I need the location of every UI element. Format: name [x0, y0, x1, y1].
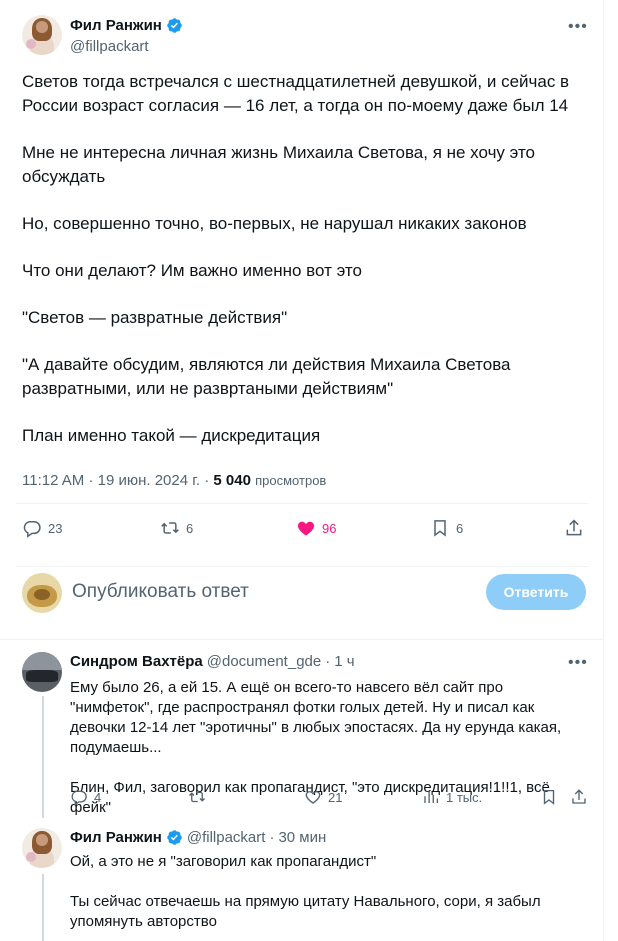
verified-badge-icon	[167, 830, 182, 845]
bookmark-count: 6	[456, 520, 464, 536]
bookmark-icon	[434, 520, 446, 537]
reply-icon	[23, 521, 41, 538]
repost-button[interactable]	[188, 788, 212, 806]
repost-button[interactable]: 6	[160, 518, 193, 538]
bookmark-icon	[543, 789, 555, 805]
views-button[interactable]: 1 тыс.	[422, 788, 482, 806]
meta-separator: ·	[325, 653, 331, 670]
author-name[interactable]: Фил Ранжин	[70, 17, 162, 34]
views-label: просмотров	[255, 473, 327, 488]
tweet-time[interactable]: 11:12 AM	[22, 472, 84, 489]
share-button[interactable]	[564, 518, 584, 538]
heart-filled-icon	[297, 521, 315, 536]
author-handle[interactable]: @fillpackart	[70, 38, 149, 55]
reply-input[interactable]: Опубликовать ответ	[72, 581, 249, 603]
meta-separator: ·	[88, 472, 94, 489]
tweet-thread: Фил Ранжин @fillpackart ••• Светов тогда…	[0, 0, 604, 941]
heart-icon	[305, 791, 321, 804]
current-user-avatar[interactable]	[22, 573, 62, 613]
like-button[interactable]: 96	[296, 518, 336, 538]
reply-text: Ой, а это не я "заговорил как пропаганди…	[70, 852, 590, 941]
more-options-icon[interactable]: •••	[568, 18, 588, 36]
tweet-actions: 23 6 96 6	[22, 518, 588, 546]
bookmark-button[interactable]: 6	[430, 518, 463, 538]
reply-text: Ему было 26, а ей 15. А ещё он всего-то …	[70, 678, 590, 838]
tweet-meta: 11:12 AM · 19 июн. 2024 г. · 5 040 просм…	[22, 472, 326, 489]
tweet-paragraph: "А давайте обсудим, являются ли действия…	[22, 355, 511, 398]
reply-paragraph: Ой, а это не я "заговорил как пропаганди…	[70, 853, 377, 870]
reply-icon	[71, 790, 87, 806]
reply-paragraph: Ему было 26, а ей 15. А ещё он всего-то …	[70, 679, 562, 756]
views-count: 1 тыс.	[446, 789, 483, 805]
reply-button[interactable]: 23	[22, 518, 62, 538]
reply-actions: 4 21 1 тыс.	[70, 788, 588, 810]
reply-submit-button[interactable]: Ответить	[486, 574, 586, 610]
reply-author-handle[interactable]: @fillpackart	[187, 829, 266, 846]
author-name-row: Фил Ранжин	[70, 17, 183, 34]
more-options-icon[interactable]: •••	[568, 654, 588, 672]
reply-count: 23	[48, 520, 63, 536]
repost-icon	[161, 522, 179, 534]
share-icon	[572, 789, 586, 804]
share-button[interactable]	[570, 788, 588, 806]
main-tweet: Фил Ранжин @fillpackart ••• Светов тогда…	[0, 0, 603, 567]
reply-author-name[interactable]: Фил Ранжин	[70, 829, 162, 846]
verified-badge-icon	[167, 18, 182, 33]
reply-header: Фил Ранжин @fillpackart · 30 мин	[70, 829, 326, 846]
reply-paragraph: Ты сейчас отвечаешь на прямую цитату Нав…	[70, 893, 541, 930]
reply-author-avatar[interactable]	[22, 828, 62, 868]
thread-line	[42, 874, 44, 941]
reply-author-avatar[interactable]	[22, 652, 62, 692]
views-count: 5 040	[213, 472, 251, 489]
tweet-paragraph: Мне не интересна личная жизнь Михаила Св…	[22, 143, 536, 186]
reply-time[interactable]: 1 ч	[334, 653, 354, 670]
tweet-paragraph: Светов тогда встречался с шестнадцатилет…	[22, 72, 570, 115]
reply-header: Синдром Вахтёра @document_gde · 1 ч	[70, 653, 355, 670]
thread-line	[42, 696, 44, 818]
author-avatar[interactable]	[22, 15, 62, 55]
like-button[interactable]: 21	[304, 788, 342, 806]
repost-icon	[189, 791, 205, 803]
tweet-paragraph: "Светов — развратные действия"	[22, 308, 288, 327]
tweet-text: Светов тогда встречался с шестнадцатилет…	[22, 70, 582, 471]
reply-author-handle[interactable]: @document_gde	[207, 653, 321, 670]
reply-tweet: Синдром Вахтёра @document_gde · 1 ч ••• …	[0, 640, 603, 818]
tweet-paragraph: План именно такой — дискредитация	[22, 426, 321, 445]
meta-separator: ·	[269, 829, 275, 846]
tweet-paragraph: Но, совершенно точно, во-первых, не нару…	[22, 214, 527, 233]
share-icon	[566, 519, 582, 536]
meta-separator: ·	[204, 472, 210, 489]
bookmark-button[interactable]	[540, 788, 558, 806]
like-count: 21	[328, 789, 343, 805]
reply-button[interactable]: 4	[70, 788, 101, 806]
reply-count: 4	[94, 789, 102, 805]
repost-count: 6	[186, 520, 194, 536]
reply-author-name[interactable]: Синдром Вахтёра	[70, 653, 203, 670]
tweet-date[interactable]: 19 июн. 2024 г.	[98, 472, 200, 489]
like-count: 96	[322, 520, 337, 536]
views-chart-icon	[424, 791, 439, 803]
reply-time[interactable]: 30 мин	[278, 829, 326, 846]
divider	[16, 503, 588, 504]
reply-composer: Опубликовать ответ Ответить	[0, 567, 603, 633]
tweet-paragraph: Что они делают? Им важно именно вот это	[22, 261, 362, 280]
reply-tweet: Фил Ранжин @fillpackart · 30 мин Ой, а э…	[0, 818, 603, 941]
